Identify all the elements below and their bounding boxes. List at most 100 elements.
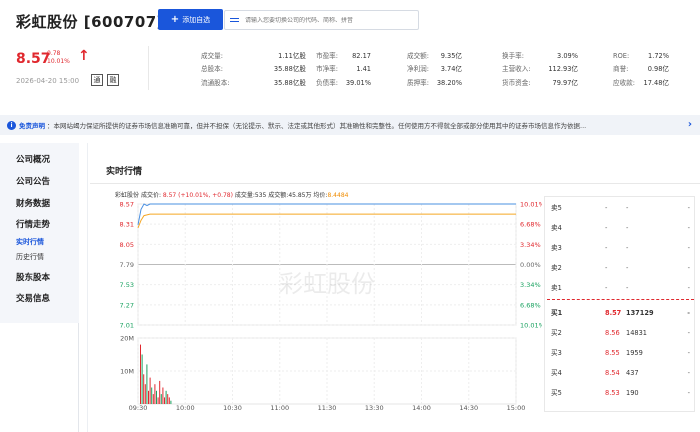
stat-label: 市盈率: <box>316 52 339 60</box>
order-volume: 1959 <box>626 349 643 357</box>
volume-bar <box>146 364 148 404</box>
x-tick-label: 14:30 <box>459 404 478 412</box>
stat-item: 主营收入: 112.93亿 <box>502 64 578 74</box>
order-price: - <box>605 224 608 232</box>
sidebar-item-trading-info[interactable]: 交易信息 <box>16 292 50 304</box>
sidebar-item-financials[interactable]: 财务数据 <box>16 197 50 209</box>
order-volume: - <box>626 224 629 232</box>
order-extra: - <box>687 224 690 232</box>
volume-bar <box>159 380 161 404</box>
x-tick-label: 10:00 <box>176 404 195 412</box>
order-extra: - <box>687 244 690 252</box>
order-label: 买3 <box>551 349 562 357</box>
sidebar-subitem-history[interactable]: 历史行情 <box>16 252 44 262</box>
order-label: 卖3 <box>551 244 562 252</box>
x-tick-label: 10:30 <box>223 404 242 412</box>
order-volume: 14831 <box>626 329 647 337</box>
stat-label: 净利润: <box>407 65 430 73</box>
stat-item: 净利润: 3.74亿 <box>407 64 462 74</box>
stat-item: 换手率: 3.09% <box>502 51 578 61</box>
plus-icon: + <box>170 13 180 25</box>
order-extra: - <box>687 389 690 397</box>
stat-label: 货币资金: <box>502 79 531 87</box>
y-tick-label-right: 6.68% <box>520 301 541 309</box>
stat-item: 商誉: 0.98亿 <box>613 64 669 74</box>
sidebar-item-price-trend[interactable]: 行情走势 <box>16 218 50 230</box>
order-label: 卖1 <box>551 284 562 292</box>
stat-value: 3.09% <box>557 52 578 60</box>
order-volume: 137129 <box>626 309 654 317</box>
order-book: 卖5- - - 卖4- - - 卖3- - - 卖2- - - 卖1- - - 买1 8.57 137129- 买2… <box>544 196 695 412</box>
volume-bar <box>149 377 151 404</box>
sidebar-subitem-realtime[interactable]: 实时行情 <box>16 237 44 247</box>
stat-item: 质押率: 38.20% <box>407 78 462 88</box>
volume-bar <box>141 354 143 404</box>
volume-bar <box>160 394 162 404</box>
order-price: - <box>605 264 608 272</box>
order-book-buy-row: 买1 8.57 137129 - <box>545 307 696 319</box>
stat-item: 成交量: 1.11亿股 <box>201 51 306 61</box>
stat-item: 成交额: 9.35亿 <box>407 51 462 61</box>
volume-bar <box>157 397 159 404</box>
y-tick-label: 7.27 <box>120 301 134 309</box>
disclaimer-bar: i 免责声明 ：本网站竭力保证所提供的证券市场信息准确可靠，但并不担保（无论提示… <box>0 115 700 135</box>
search-input[interactable] <box>245 16 415 24</box>
quote-datetime: 2026-04-20 15:00 <box>16 77 80 85</box>
volume-tick-label: 10M <box>120 368 134 376</box>
volume-bar <box>152 394 154 404</box>
stat-item: 负债率: 39.01% <box>316 78 371 88</box>
stat-value: 35.88亿股 <box>273 65 306 73</box>
order-extra: - <box>687 369 690 377</box>
order-price: - <box>605 284 608 292</box>
order-volume: - <box>626 284 629 292</box>
order-price: 8.57 <box>605 309 622 317</box>
sidebar-item-company-overview[interactable]: 公司概况 <box>16 153 50 165</box>
order-label: 买1 <box>551 309 563 317</box>
order-volume: 437 <box>626 369 639 377</box>
order-label: 卖5 <box>551 204 562 212</box>
stat-label: 成交额: <box>407 52 430 60</box>
stat-value: 39.01% <box>345 79 371 87</box>
stat-label: 总股本: <box>201 65 224 73</box>
sidebar-item-shareholders[interactable]: 股东股本 <box>16 271 50 283</box>
info-icon: i <box>7 120 16 130</box>
order-book-sell-row: 卖5 - - - <box>545 202 696 214</box>
volume-bar <box>170 400 172 404</box>
intraday-chart[interactable]: 8.57 10.01% 8.31 6.68% 8.05 3.34% 7.79 0.00% 7.5… <box>110 196 542 413</box>
y-tick-label-right: 3.34% <box>520 241 541 249</box>
add-watchlist-button[interactable]: + 添加自选 <box>158 9 223 30</box>
x-tick-label: 09:30 <box>129 404 148 412</box>
sidebar-item-announcements[interactable]: 公司公告 <box>16 175 50 187</box>
volume-bar <box>140 344 141 404</box>
order-extra: - <box>687 264 690 272</box>
company-search[interactable] <box>224 10 419 30</box>
order-volume: 190 <box>626 389 639 397</box>
y-tick-label: 7.01 <box>120 322 134 330</box>
volume-bar <box>156 390 157 404</box>
stat-item: 流通股本: 35.88亿股 <box>201 78 306 88</box>
stat-label: 成交量: <box>201 52 224 60</box>
watermark: 彩虹股份 <box>279 270 375 298</box>
stat-value: 1.41 <box>356 65 371 73</box>
order-price: 8.56 <box>605 329 620 337</box>
order-label: 卖4 <box>551 224 562 232</box>
order-price: - <box>605 244 608 252</box>
disclaimer-text: ：本网站竭力保证所提供的证券市场信息准确可靠，但并不担保（无论提示、默示、法定或… <box>47 122 587 130</box>
order-book-buy-row: 买2 8.56 14831 - <box>545 327 696 339</box>
section-divider <box>90 183 700 184</box>
current-price: 8.57 <box>16 51 51 67</box>
stat-value: 35.88亿股 <box>273 79 306 87</box>
y-tick-label: 7.53 <box>120 281 134 289</box>
volume-bar <box>154 384 156 404</box>
order-book-sell-row: 卖1 - - - <box>545 282 696 294</box>
order-price: 8.53 <box>605 389 620 397</box>
stat-label: 质押率: <box>407 79 430 87</box>
volume-bar <box>165 390 167 404</box>
volume-bar <box>151 387 153 404</box>
stat-label: 商誉: <box>613 65 629 73</box>
chevron-right-icon[interactable]: › <box>688 119 692 130</box>
rong-tag: 融 <box>107 74 119 86</box>
stat-value: 9.35亿 <box>440 52 462 60</box>
x-tick-label: 13:30 <box>365 404 384 412</box>
divider <box>148 46 149 90</box>
